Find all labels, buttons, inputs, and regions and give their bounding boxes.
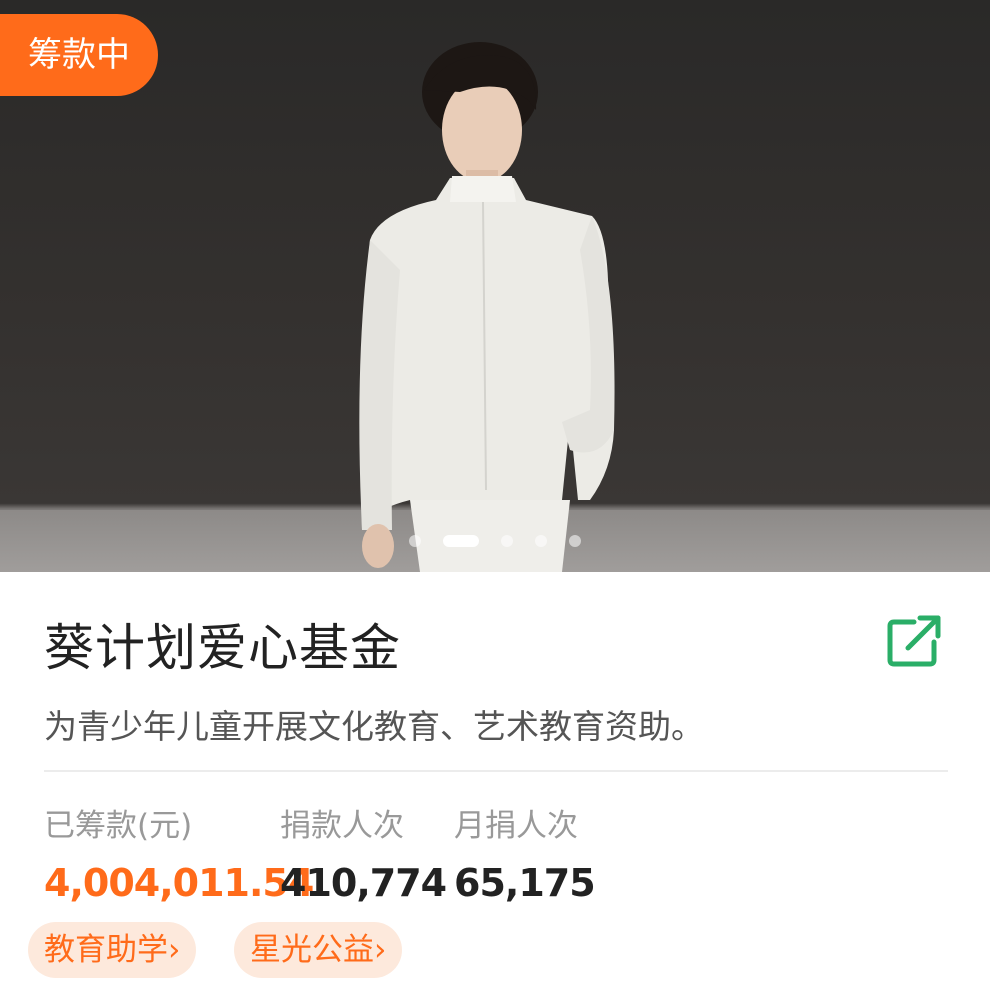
carousel-indicator — [0, 530, 990, 547]
chevron-right-icon: › — [374, 932, 387, 968]
carousel-dot[interactable] — [535, 534, 547, 547]
hero-person-photo — [359, 42, 615, 572]
carousel-dot[interactable] — [569, 534, 581, 547]
tag-star-charity[interactable]: 星光公益› — [234, 922, 403, 978]
stat-raised: 已筹款(元) 4,004,011.54 — [44, 800, 314, 905]
chevron-right-icon: › — [168, 932, 181, 968]
carousel-dot[interactable] — [409, 534, 421, 547]
divider — [44, 770, 948, 772]
stat-donations-label: 捐款人次 — [280, 808, 404, 844]
tag-star-charity-label: 星光公益 — [250, 932, 374, 968]
stat-donations-value: 410,774 — [280, 861, 447, 905]
carousel-dot[interactable] — [501, 534, 513, 547]
tag-education-label: 教育助学 — [44, 932, 168, 968]
stat-raised-label: 已筹款(元) — [44, 808, 193, 844]
fund-description: 为青少年儿童开展文化教育、艺术教育资助。 — [44, 707, 704, 746]
tag-education[interactable]: 教育助学› — [28, 922, 197, 978]
stat-donations: 捐款人次 410,774 — [280, 800, 447, 905]
share-external-icon[interactable] — [884, 614, 944, 668]
stat-monthly: 月捐人次 65,175 — [454, 800, 596, 905]
stat-raised-value: 4,004,011.54 — [44, 861, 314, 905]
carousel-dot-active[interactable] — [443, 534, 479, 547]
hero-banner-image[interactable]: 筹款中 — [0, 0, 990, 572]
stat-monthly-value: 65,175 — [454, 861, 596, 905]
fund-title: 葵计划爱心基金 — [44, 619, 401, 677]
status-badge: 筹款中 — [0, 14, 158, 96]
stat-monthly-label: 月捐人次 — [454, 808, 578, 844]
